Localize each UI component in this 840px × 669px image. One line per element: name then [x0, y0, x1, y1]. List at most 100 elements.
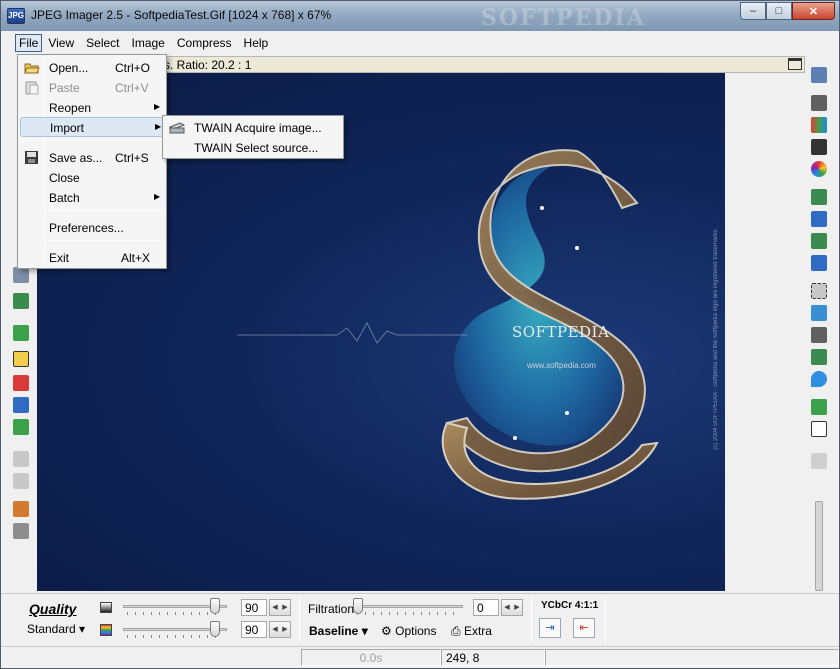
rotate-left-icon[interactable]: [811, 189, 827, 205]
menu-file[interactable]: File: [15, 34, 43, 52]
copy-icon[interactable]: [13, 523, 29, 539]
filtration-label: Filtration: [308, 602, 355, 616]
submenu-arrow-icon: ▶: [155, 122, 162, 131]
open-folder-icon: [24, 60, 40, 75]
chrominance-quality-slider[interactable]: [123, 620, 227, 640]
image-brand-text: SOFTPEDIA: [512, 323, 610, 341]
merge-icon[interactable]: [811, 349, 827, 365]
subsampling-increase-button[interactable]: ⇤: [573, 618, 595, 638]
drop-icon[interactable]: [811, 371, 827, 387]
title-watermark: SOFTPEDIA: [481, 5, 646, 31]
window-title: JPEG Imager 2.5 - SoftpediaTest.Gif [102…: [31, 8, 332, 22]
encoding-mode-value: Baseline: [309, 624, 359, 638]
jpeg-compare-icon[interactable]: [13, 351, 29, 367]
menu-bar: File View Select Image Compress Help: [5, 32, 835, 54]
luminance-icon: [100, 602, 112, 613]
select-all-icon[interactable]: [811, 283, 827, 299]
luminance-spinner[interactable]: ◀ ▶: [269, 599, 291, 616]
file-menu-save-as[interactable]: Save as... Ctrl+S: [20, 148, 164, 168]
extra-button[interactable]: ⎙ Extra: [451, 624, 492, 639]
window-controls: – □ ✕: [740, 2, 835, 20]
panel-divider: [299, 596, 300, 642]
duplicate-icon[interactable]: [811, 67, 827, 83]
export-icon[interactable]: [13, 501, 29, 517]
text-tool-icon[interactable]: [811, 421, 827, 437]
filtration-input[interactable]: 0: [473, 599, 499, 616]
close-button[interactable]: ✕: [792, 2, 835, 20]
resize-icon[interactable]: [13, 293, 29, 309]
subsampling-label: YCbCr 4:1:1: [541, 600, 599, 611]
scanner-icon: [168, 120, 186, 135]
app-icon: JPG: [7, 8, 25, 24]
file-menu-import[interactable]: Import ▶: [20, 117, 164, 137]
menu-view[interactable]: View: [42, 34, 80, 52]
chrominance-icon: [100, 624, 112, 636]
maximize-view-icon[interactable]: [788, 58, 802, 70]
previous-icon[interactable]: [13, 451, 29, 467]
menu-compress[interactable]: Compress: [171, 34, 238, 52]
file-menu-exit[interactable]: Exit Alt+X: [20, 248, 164, 268]
filtration-slider-thumb[interactable]: [353, 598, 363, 614]
flip-vertical-icon[interactable]: [811, 255, 827, 271]
menu-image[interactable]: Image: [126, 34, 171, 52]
status-time: 0.0s: [301, 649, 441, 666]
menu-select[interactable]: Select: [80, 34, 125, 52]
file-menu-reopen[interactable]: Reopen ▶: [20, 98, 164, 118]
minimize-button[interactable]: –: [740, 2, 766, 20]
flip-horizontal-icon[interactable]: [811, 233, 827, 249]
png-icon[interactable]: [13, 375, 29, 391]
filtration-slider[interactable]: [353, 597, 463, 617]
chrominance-spinner[interactable]: ◀ ▶: [269, 621, 291, 638]
app-window: JPG JPEG Imager 2.5 - SoftpediaTest.Gif …: [0, 0, 840, 669]
luminance-slider-thumb[interactable]: [210, 598, 221, 614]
color-balance-icon[interactable]: [811, 117, 827, 133]
submenu-arrow-icon: ▶: [154, 192, 161, 201]
extra-label: Extra: [463, 624, 492, 638]
title-bar[interactable]: JPG JPEG Imager 2.5 - SoftpediaTest.Gif …: [1, 1, 839, 31]
extra-icon: ⎙: [451, 624, 461, 638]
next-icon[interactable]: [13, 473, 29, 489]
quality-preset-value: Standard: [27, 622, 76, 636]
zoom-icon[interactable]: [13, 267, 29, 283]
jpg-icon[interactable]: [13, 419, 29, 435]
import-submenu: TWAIN Acquire image... TWAIN Select sour…: [162, 115, 344, 159]
rotate-right-icon[interactable]: [811, 211, 827, 227]
frame-icon[interactable]: [811, 399, 827, 415]
play-icon[interactable]: [13, 325, 29, 341]
status-coordinates: 249, 8: [441, 649, 545, 666]
file-menu-close[interactable]: Close: [20, 168, 164, 188]
file-menu-paste[interactable]: Paste Ctrl+V: [20, 78, 164, 98]
import-twain-acquire[interactable]: TWAIN Acquire image...: [165, 118, 341, 138]
image-copyright-text: (c) 2004 SOFTPEDIA - Softpedia and the S…: [713, 228, 719, 450]
chrominance-slider-thumb[interactable]: [210, 621, 221, 637]
encoding-mode-dropdown[interactable]: Baseline ▾: [309, 624, 368, 638]
maximize-button[interactable]: □: [766, 2, 792, 20]
quality-label[interactable]: Quality: [29, 601, 76, 617]
luminance-quality-slider[interactable]: [123, 597, 227, 617]
paste-icon: [24, 80, 40, 95]
status-bar: 0.0s 249, 8: [1, 646, 839, 668]
soft-edge-slider[interactable]: [815, 501, 823, 591]
file-menu-open[interactable]: Open... Ctrl+O: [20, 58, 164, 78]
filtration-spinner[interactable]: ◀ ▶: [501, 599, 523, 616]
image-url-text: www.softpedia.com: [527, 361, 596, 370]
import-twain-select-source[interactable]: TWAIN Select source...: [165, 138, 341, 158]
menu-help[interactable]: Help: [238, 34, 275, 52]
subsampling-decrease-button[interactable]: ⇥: [539, 618, 561, 638]
quality-preset-dropdown[interactable]: Standard ▾: [27, 622, 85, 636]
compression-panel: Quality Standard ▾ 90 ◀ ▶ 90 ◀ ▶ Filtratio…: [1, 593, 839, 645]
luminance-quality-input[interactable]: 90: [241, 599, 267, 616]
file-menu-batch[interactable]: Batch ▶: [20, 188, 164, 208]
soft-edge-icon[interactable]: [811, 453, 827, 469]
panel-divider: [531, 596, 532, 642]
hue-icon[interactable]: [811, 161, 827, 177]
options-label: Options: [395, 624, 437, 638]
histogram-icon[interactable]: [811, 139, 827, 155]
crop-icon[interactable]: [811, 95, 827, 111]
split-icon[interactable]: [811, 327, 827, 343]
select-region-icon[interactable]: [811, 305, 827, 321]
file-menu-preferences[interactable]: Preferences...: [20, 218, 164, 238]
chrominance-quality-input[interactable]: 90: [241, 621, 267, 638]
options-button[interactable]: ⚙ Options: [381, 624, 436, 638]
gif-icon[interactable]: [13, 397, 29, 413]
